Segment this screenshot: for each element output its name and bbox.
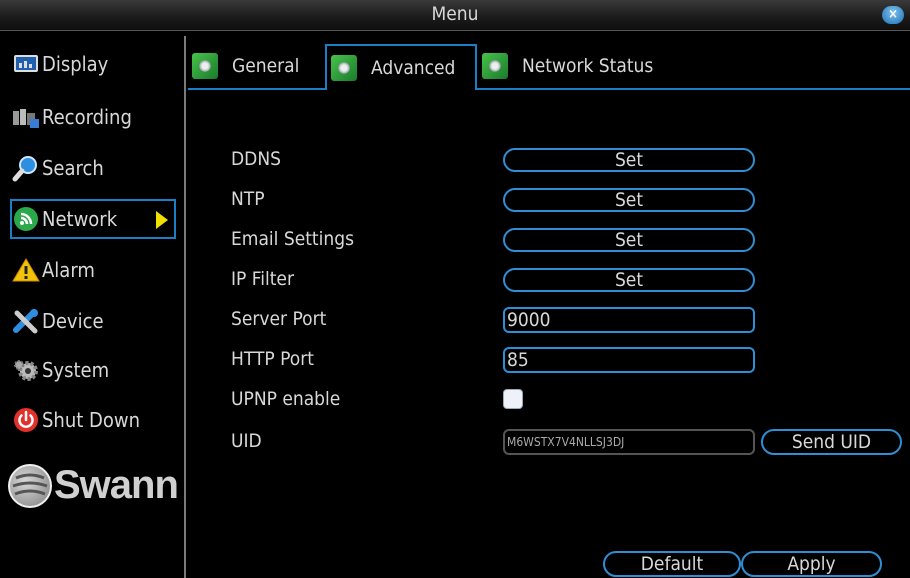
sidebar-item-shutdown[interactable]: Shut Down	[12, 400, 178, 440]
alarm-icon	[12, 256, 40, 284]
http-port-label: HTTP Port	[231, 348, 314, 370]
sidebar: Display Recording Search Network Alarm D…	[8, 44, 184, 578]
tab-label: Advanced	[371, 57, 456, 79]
network-icon	[12, 205, 40, 233]
tab-bar: General Advanced Network Status	[188, 44, 910, 90]
ntp-set-button[interactable]: Set	[503, 188, 755, 212]
power-icon	[12, 406, 40, 434]
sidebar-item-label: Shut Down	[42, 408, 140, 432]
globe-icon	[8, 463, 52, 508]
system-icon	[12, 356, 40, 384]
server-port-label: Server Port	[231, 308, 327, 330]
window-title: Menu	[431, 3, 479, 25]
email-set-button[interactable]: Set	[503, 228, 755, 252]
recording-icon	[12, 103, 40, 131]
server-port-field[interactable]: 9000	[503, 307, 755, 333]
upnp-enable-label: UPNP enable	[231, 388, 341, 410]
http-port-field[interactable]: 85	[503, 347, 755, 373]
sidebar-item-display[interactable]: Display	[12, 44, 178, 84]
sidebar-item-label: Recording	[42, 105, 132, 129]
tab-label: Network Status	[522, 55, 654, 77]
settings-icon	[482, 53, 508, 79]
tab-advanced[interactable]: Advanced	[325, 44, 477, 90]
email-settings-label: Email Settings	[231, 228, 354, 250]
sidebar-item-device[interactable]: Device	[12, 301, 178, 341]
sidebar-item-label: Alarm	[42, 258, 95, 282]
ddns-label: DDNS	[231, 148, 281, 170]
settings-icon	[192, 53, 218, 79]
ip-filter-set-button[interactable]: Set	[503, 268, 755, 292]
settings-icon	[331, 55, 357, 81]
logo-text: Swann	[54, 463, 179, 507]
uid-label: UID	[231, 430, 262, 452]
sidebar-item-label: System	[42, 358, 110, 382]
ntp-label: NTP	[231, 188, 265, 210]
close-button[interactable]: ×	[882, 6, 904, 24]
ddns-set-button[interactable]: Set	[503, 148, 755, 172]
sidebar-item-label: Network	[42, 207, 118, 231]
sidebar-divider	[184, 36, 186, 578]
sidebar-item-label: Search	[42, 156, 104, 180]
upnp-enable-checkbox[interactable]	[503, 389, 523, 409]
device-icon	[12, 307, 40, 335]
search-icon	[12, 154, 40, 182]
sidebar-item-network[interactable]: Network	[10, 199, 176, 239]
uid-field: M6WSTX7V4NLLSJ3DJ	[503, 429, 755, 455]
tab-general[interactable]: General	[192, 44, 322, 88]
tab-network-status[interactable]: Network Status	[482, 44, 722, 88]
sidebar-item-label: Display	[42, 52, 109, 76]
sidebar-item-system[interactable]: System	[12, 350, 178, 390]
ip-filter-label: IP Filter	[231, 268, 294, 290]
swann-logo: Swann	[8, 463, 179, 508]
display-icon	[12, 50, 40, 78]
title-bar: Menu ×	[0, 0, 910, 31]
apply-button[interactable]: Apply	[741, 551, 882, 577]
sidebar-item-search[interactable]: Search	[12, 148, 178, 188]
default-button[interactable]: Default	[603, 551, 741, 577]
sidebar-item-alarm[interactable]: Alarm	[12, 250, 178, 290]
sidebar-item-label: Device	[42, 309, 104, 333]
active-arrow-icon	[156, 211, 168, 229]
tab-label: General	[232, 55, 300, 77]
sidebar-item-recording[interactable]: Recording	[12, 97, 178, 137]
send-uid-button[interactable]: Send UID	[761, 429, 902, 455]
